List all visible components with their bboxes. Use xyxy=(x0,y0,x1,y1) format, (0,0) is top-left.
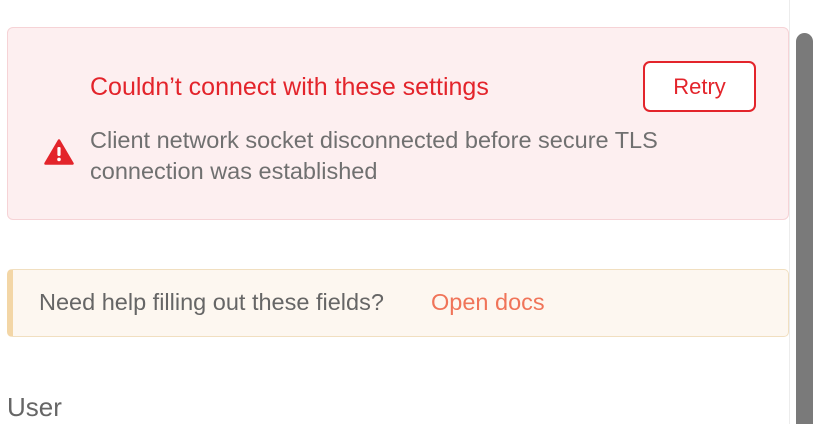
connection-settings-page: Couldn’t connect with these settings Ret… xyxy=(0,0,818,424)
help-text: Need help filling out these fields? xyxy=(39,289,384,315)
user-field-label: User xyxy=(7,392,62,422)
scrollbar-thumb[interactable] xyxy=(796,33,813,424)
open-docs-link[interactable]: Open docs xyxy=(431,287,545,318)
warning-triangle-icon xyxy=(44,139,74,165)
error-title: Couldn’t connect with these settings xyxy=(90,73,489,101)
retry-button[interactable]: Retry xyxy=(643,61,756,112)
help-banner: Need help filling out these fields? Open… xyxy=(7,269,789,337)
connection-error-banner: Couldn’t connect with these settings Ret… xyxy=(7,27,789,220)
error-message: Client network socket disconnected befor… xyxy=(90,127,658,184)
